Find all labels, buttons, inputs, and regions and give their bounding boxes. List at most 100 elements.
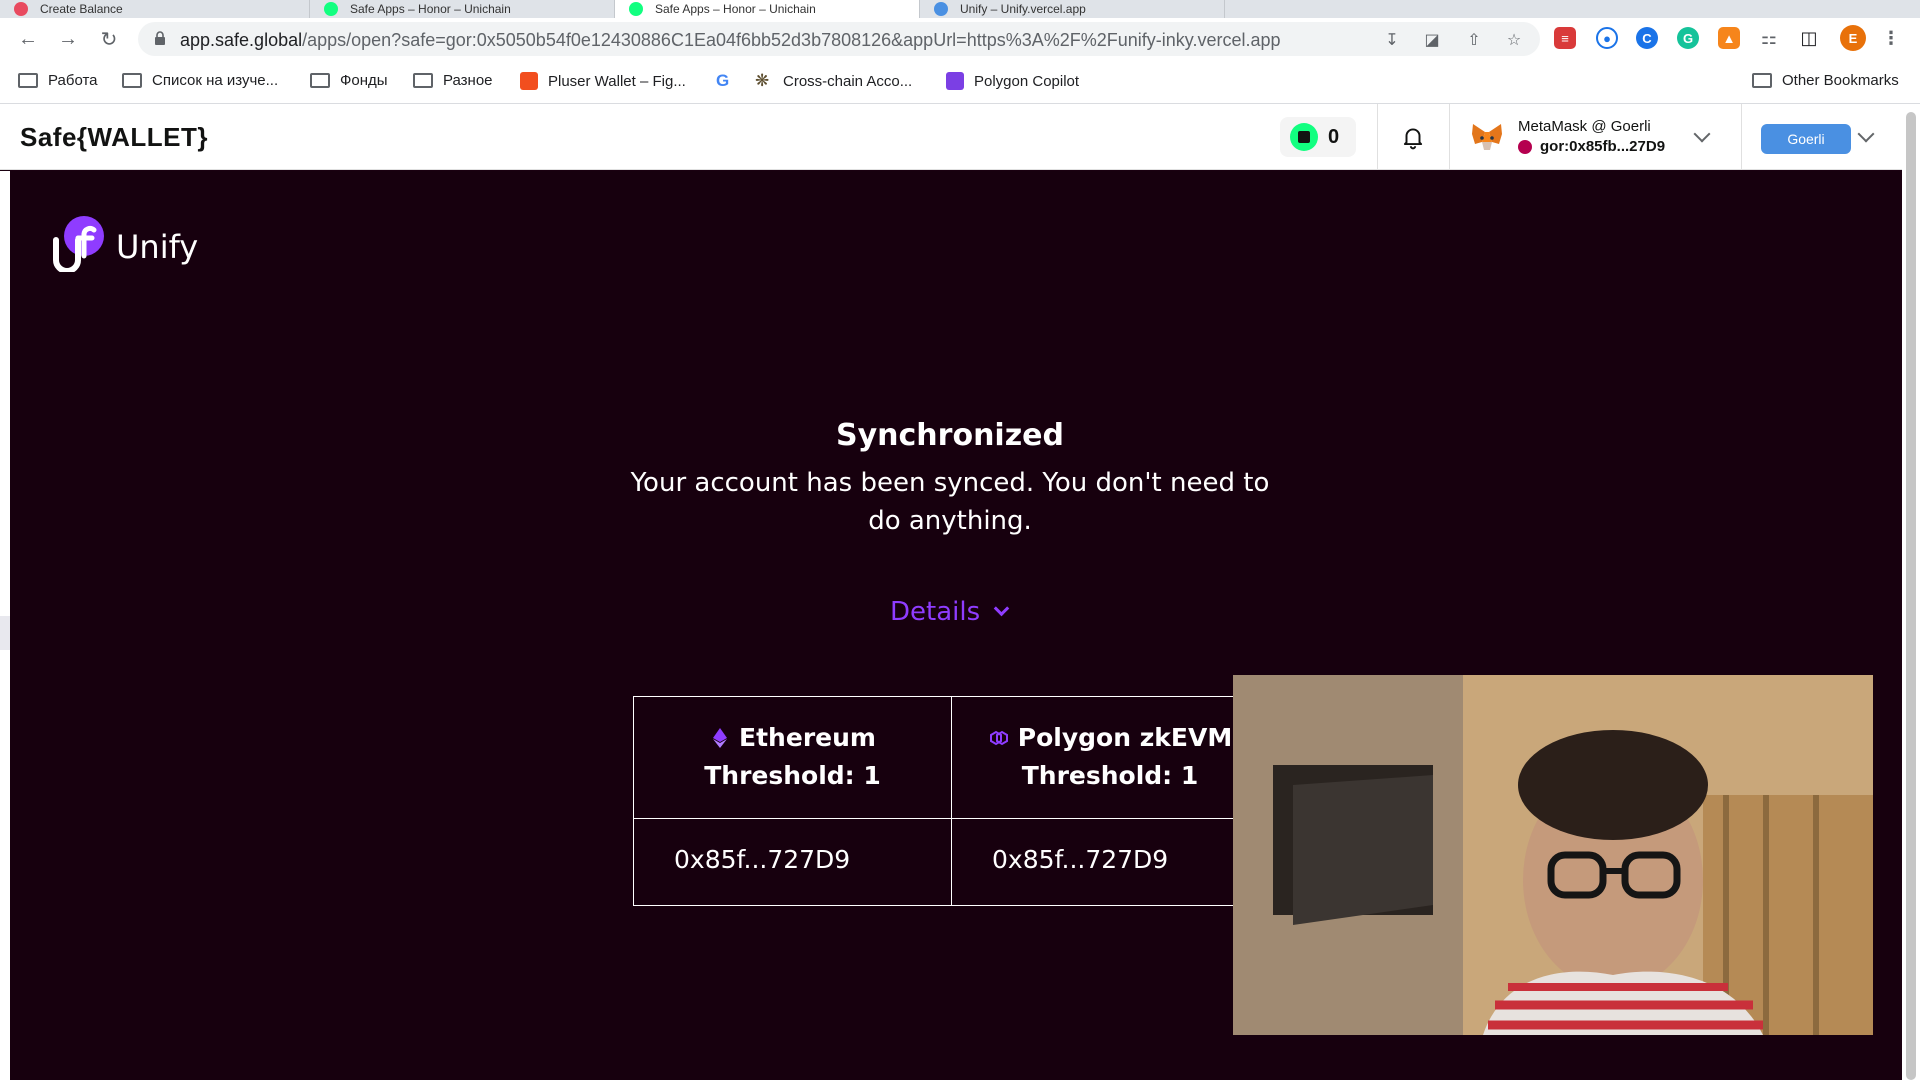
- chevron-down-icon[interactable]: [1857, 125, 1875, 143]
- tab-label: Safe Apps – Honor – Unichain: [350, 2, 511, 16]
- network-name: Polygon zkEVM: [952, 723, 1268, 752]
- metamask-extension-icon[interactable]: ▲: [1718, 27, 1740, 49]
- share-icon[interactable]: ⇧: [1464, 30, 1484, 50]
- folder-icon: [1752, 73, 1772, 88]
- safe-header: Safe{WALLET} 0 MetaMask @ Goerli gor:0x8…: [0, 104, 1920, 170]
- spider-icon: ❋: [755, 71, 770, 90]
- safe-token-icon: [1290, 123, 1318, 151]
- network-name-text: Ethereum: [739, 723, 876, 752]
- metamask-fox-icon: [1472, 124, 1502, 150]
- network-threshold: Threshold: 1: [1021, 761, 1199, 790]
- wallet-address-text: gor:0x85fb...27D9: [1540, 138, 1666, 155]
- webcam-video-feed: [1233, 675, 1873, 1035]
- address-bar[interactable]: app.safe.global/apps/open?safe=gor:0x505…: [138, 22, 1540, 56]
- browser-tab[interactable]: Create Balance: [0, 0, 310, 18]
- translate-icon[interactable]: ◪: [1422, 30, 1442, 50]
- bookmark-folder[interactable]: Фонды: [310, 72, 388, 89]
- bookmark-link[interactable]: Polygon Copilot: [946, 72, 1079, 90]
- identicon-avatar: [1518, 139, 1532, 154]
- details-label: Details: [890, 597, 981, 627]
- network-column: Polygon zkEVM Threshold: 1 0x85f...727D9: [951, 697, 1268, 905]
- webcam-overlay: [1233, 675, 1873, 1035]
- network-name: Ethereum: [634, 723, 951, 752]
- url-text: app.safe.global/apps/open?safe=gor:0x505…: [180, 30, 1281, 51]
- side-panel-icon[interactable]: ◫: [1798, 27, 1820, 49]
- sync-status-description: Your account has been synced. You don't …: [630, 468, 1270, 536]
- forward-icon[interactable]: →: [54, 25, 82, 53]
- tab-label: Safe Apps – Honor – Unichain: [655, 2, 816, 16]
- header-divider: [1741, 104, 1742, 170]
- browser-tab[interactable]: Unify – Unify.vercel.app: [920, 0, 1225, 18]
- sync-status-title: Synchronized: [836, 418, 1064, 453]
- bookmark-label: Pluser Wallet – Fig...: [548, 72, 686, 90]
- folder-icon: [413, 73, 433, 88]
- polygon-icon: [989, 730, 1008, 745]
- tab-favicon-icon: [934, 2, 948, 16]
- browser-tab-strip: Create Balance Safe Apps – Honor – Unich…: [0, 0, 1920, 18]
- browser-menu-icon[interactable]: ⋮: [1880, 27, 1902, 49]
- extension-lens-icon[interactable]: ●: [1596, 27, 1618, 49]
- network-selector-button[interactable]: Goerli: [1761, 124, 1851, 154]
- folder-icon: [18, 73, 38, 88]
- unify-brand-name: Unify: [116, 228, 199, 266]
- bookmark-label: Polygon Copilot: [974, 72, 1080, 90]
- token-count: 0: [1328, 125, 1340, 148]
- google-icon: G: [716, 71, 730, 90]
- bookmark-label: Список на изуче...: [152, 72, 279, 89]
- network-column: Ethereum Threshold: 1 0x85f...727D9: [634, 697, 951, 905]
- page-scrollbar-thumb[interactable]: [1906, 112, 1916, 1080]
- grammarly-icon[interactable]: G: [1677, 27, 1699, 49]
- bell-icon[interactable]: [1400, 124, 1426, 150]
- network-threshold: Threshold: 1: [704, 761, 881, 790]
- unify-logo-icon: [53, 216, 104, 272]
- folder-icon: [122, 73, 142, 88]
- reload-icon[interactable]: ↻: [95, 25, 123, 53]
- tab-favicon-icon: [629, 2, 643, 16]
- bookmark-link[interactable]: G: [716, 72, 744, 90]
- tab-favicon-icon: [324, 2, 338, 16]
- bookmark-link[interactable]: ❋ Cross-chain Acco...: [755, 72, 912, 90]
- network-column-header: Polygon zkEVM Threshold: 1: [952, 697, 1268, 819]
- browser-toolbar: ← → ↻ app.safe.global/apps/open?safe=gor…: [0, 18, 1920, 60]
- bookmark-folder[interactable]: Работа: [18, 72, 98, 89]
- wallet-name: MetaMask @ Goerli: [1518, 118, 1651, 135]
- safe-token-widget[interactable]: 0: [1280, 117, 1356, 157]
- browser-tab-active[interactable]: Safe Apps – Honor – Unichain: [615, 0, 920, 18]
- url-path: /apps/open?safe=gor:0x5050b54f0e12430886…: [302, 30, 1281, 50]
- bookmark-label: Фонды: [340, 72, 388, 89]
- lock-icon: [155, 31, 165, 45]
- network-name-text: Polygon zkEVM: [1017, 723, 1233, 752]
- bookmark-star-icon[interactable]: ☆: [1504, 30, 1524, 50]
- url-host: app.safe.global: [180, 30, 303, 50]
- tab-label: Create Balance: [40, 2, 123, 16]
- ethereum-icon: [713, 727, 728, 748]
- extension-red-icon[interactable]: ≡: [1554, 27, 1576, 49]
- bookmark-folder[interactable]: Список на изуче...: [122, 72, 278, 89]
- bookmarks-bar: Работа Список на изуче... Фонды Разное P…: [0, 60, 1920, 104]
- owner-address: 0x85f...727D9: [674, 845, 851, 874]
- network-column-header: Ethereum Threshold: 1: [634, 697, 951, 819]
- bookmark-link[interactable]: Pluser Wallet – Fig...: [520, 72, 686, 90]
- back-icon[interactable]: ←: [14, 25, 42, 53]
- profile-avatar[interactable]: E: [1840, 25, 1866, 51]
- chevron-down-icon[interactable]: [1693, 125, 1711, 143]
- owner-address: 0x85f...727D9: [992, 845, 1169, 874]
- extension-c-icon[interactable]: C: [1636, 27, 1658, 49]
- wallet-address: gor:0x85fb...27D9: [1518, 138, 1665, 155]
- extensions-puzzle-icon[interactable]: ⚏: [1758, 27, 1780, 49]
- folder-icon: [310, 73, 330, 88]
- header-divider: [1449, 104, 1450, 170]
- network-owners-table: Ethereum Threshold: 1 0x85f...727D9 Poly…: [633, 696, 1269, 906]
- figma-icon: [520, 72, 538, 90]
- details-toggle-button[interactable]: Details: [890, 594, 1010, 630]
- bookmark-label: Работа: [48, 72, 98, 89]
- bookmark-folder[interactable]: Разное: [413, 72, 493, 89]
- browser-tab[interactable]: Safe Apps – Honor – Unichain: [310, 0, 615, 18]
- bookmark-label: Other Bookmarks: [1782, 72, 1899, 89]
- safe-logo[interactable]: Safe{WALLET}: [20, 122, 208, 153]
- connected-wallet[interactable]: MetaMask @ Goerli gor:0x85fb...27D9: [1470, 116, 1730, 160]
- tab-label: Unify – Unify.vercel.app: [960, 2, 1086, 16]
- other-bookmarks[interactable]: Other Bookmarks: [1752, 72, 1899, 89]
- install-icon[interactable]: ↧: [1382, 30, 1402, 50]
- bookmark-label: Разное: [443, 72, 493, 89]
